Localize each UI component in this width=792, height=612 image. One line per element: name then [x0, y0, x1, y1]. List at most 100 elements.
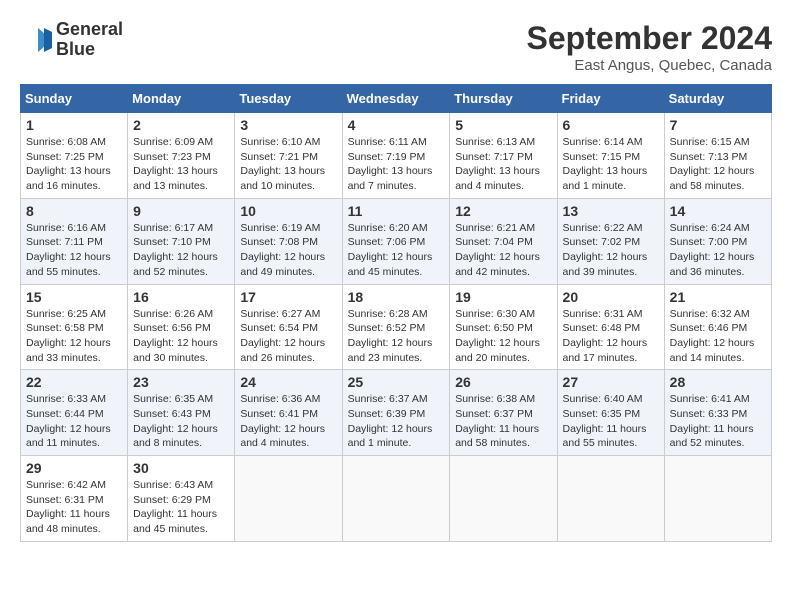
day-info: Sunrise: 6:40 AM Sunset: 6:35 PM Dayligh… [563, 392, 659, 451]
calendar-header-row: SundayMondayTuesdayWednesdayThursdayFrid… [21, 85, 772, 113]
day-info: Sunrise: 6:11 AM Sunset: 7:19 PM Dayligh… [348, 135, 445, 194]
weekday-header: Saturday [664, 85, 771, 113]
day-info: Sunrise: 6:20 AM Sunset: 7:06 PM Dayligh… [348, 221, 445, 280]
day-number: 30 [133, 460, 229, 476]
day-number: 28 [670, 374, 766, 390]
day-info: Sunrise: 6:30 AM Sunset: 6:50 PM Dayligh… [455, 307, 551, 366]
day-number: 24 [240, 374, 336, 390]
calendar-day-cell: 28 Sunrise: 6:41 AM Sunset: 6:33 PM Dayl… [664, 370, 771, 456]
day-info: Sunrise: 6:08 AM Sunset: 7:25 PM Dayligh… [26, 135, 122, 194]
month-title: September 2024 [527, 20, 772, 57]
day-number: 25 [348, 374, 445, 390]
day-info: Sunrise: 6:16 AM Sunset: 7:11 PM Dayligh… [26, 221, 122, 280]
day-number: 8 [26, 203, 122, 219]
day-number: 15 [26, 289, 122, 305]
day-number: 6 [563, 117, 659, 133]
day-info: Sunrise: 6:21 AM Sunset: 7:04 PM Dayligh… [455, 221, 551, 280]
day-info: Sunrise: 6:26 AM Sunset: 6:56 PM Dayligh… [133, 307, 229, 366]
day-number: 18 [348, 289, 445, 305]
logo: General Blue [20, 20, 123, 60]
page-header: General Blue September 2024 East Angus, … [20, 20, 772, 74]
calendar-day-cell: 25 Sunrise: 6:37 AM Sunset: 6:39 PM Dayl… [342, 370, 450, 456]
logo-line1: General [56, 20, 123, 40]
day-number: 7 [670, 117, 766, 133]
day-number: 20 [563, 289, 659, 305]
calendar-day-cell: 8 Sunrise: 6:16 AM Sunset: 7:11 PM Dayli… [21, 198, 128, 284]
day-number: 12 [455, 203, 551, 219]
day-info: Sunrise: 6:37 AM Sunset: 6:39 PM Dayligh… [348, 392, 445, 451]
day-number: 14 [670, 203, 766, 219]
calendar-week-row: 1 Sunrise: 6:08 AM Sunset: 7:25 PM Dayli… [21, 113, 772, 199]
calendar-day-cell: 14 Sunrise: 6:24 AM Sunset: 7:00 PM Dayl… [664, 198, 771, 284]
day-info: Sunrise: 6:36 AM Sunset: 6:41 PM Dayligh… [240, 392, 336, 451]
day-number: 17 [240, 289, 336, 305]
calendar-day-cell: 11 Sunrise: 6:20 AM Sunset: 7:06 PM Dayl… [342, 198, 450, 284]
calendar-day-cell: 5 Sunrise: 6:13 AM Sunset: 7:17 PM Dayli… [450, 113, 557, 199]
calendar-day-cell: 27 Sunrise: 6:40 AM Sunset: 6:35 PM Dayl… [557, 370, 664, 456]
day-number: 23 [133, 374, 229, 390]
calendar-day-cell: 26 Sunrise: 6:38 AM Sunset: 6:37 PM Dayl… [450, 370, 557, 456]
day-info: Sunrise: 6:25 AM Sunset: 6:58 PM Dayligh… [26, 307, 122, 366]
day-number: 21 [670, 289, 766, 305]
day-number: 4 [348, 117, 445, 133]
calendar-day-cell: 9 Sunrise: 6:17 AM Sunset: 7:10 PM Dayli… [128, 198, 235, 284]
weekday-header: Monday [128, 85, 235, 113]
calendar-day-cell: 13 Sunrise: 6:22 AM Sunset: 7:02 PM Dayl… [557, 198, 664, 284]
day-number: 10 [240, 203, 336, 219]
calendar-day-cell: 7 Sunrise: 6:15 AM Sunset: 7:13 PM Dayli… [664, 113, 771, 199]
logo-line2: Blue [56, 40, 123, 60]
day-number: 16 [133, 289, 229, 305]
day-number: 9 [133, 203, 229, 219]
day-info: Sunrise: 6:27 AM Sunset: 6:54 PM Dayligh… [240, 307, 336, 366]
weekday-header: Friday [557, 85, 664, 113]
day-info: Sunrise: 6:32 AM Sunset: 6:46 PM Dayligh… [670, 307, 766, 366]
calendar-day-cell: 19 Sunrise: 6:30 AM Sunset: 6:50 PM Dayl… [450, 284, 557, 370]
day-info: Sunrise: 6:24 AM Sunset: 7:00 PM Dayligh… [670, 221, 766, 280]
day-info: Sunrise: 6:43 AM Sunset: 6:29 PM Dayligh… [133, 478, 229, 537]
day-info: Sunrise: 6:13 AM Sunset: 7:17 PM Dayligh… [455, 135, 551, 194]
calendar-table: SundayMondayTuesdayWednesdayThursdayFrid… [20, 84, 772, 542]
day-number: 5 [455, 117, 551, 133]
day-info: Sunrise: 6:17 AM Sunset: 7:10 PM Dayligh… [133, 221, 229, 280]
calendar-week-row: 15 Sunrise: 6:25 AM Sunset: 6:58 PM Dayl… [21, 284, 772, 370]
logo-text: General Blue [56, 20, 123, 60]
calendar-day-cell [450, 456, 557, 542]
weekday-header: Tuesday [235, 85, 342, 113]
day-info: Sunrise: 6:41 AM Sunset: 6:33 PM Dayligh… [670, 392, 766, 451]
day-info: Sunrise: 6:33 AM Sunset: 6:44 PM Dayligh… [26, 392, 122, 451]
calendar-day-cell: 21 Sunrise: 6:32 AM Sunset: 6:46 PM Dayl… [664, 284, 771, 370]
calendar-day-cell: 10 Sunrise: 6:19 AM Sunset: 7:08 PM Dayl… [235, 198, 342, 284]
weekday-header: Sunday [21, 85, 128, 113]
calendar-day-cell: 22 Sunrise: 6:33 AM Sunset: 6:44 PM Dayl… [21, 370, 128, 456]
day-number: 19 [455, 289, 551, 305]
day-info: Sunrise: 6:38 AM Sunset: 6:37 PM Dayligh… [455, 392, 551, 451]
logo-icon [20, 24, 52, 56]
calendar-day-cell: 3 Sunrise: 6:10 AM Sunset: 7:21 PM Dayli… [235, 113, 342, 199]
day-info: Sunrise: 6:10 AM Sunset: 7:21 PM Dayligh… [240, 135, 336, 194]
calendar-day-cell: 30 Sunrise: 6:43 AM Sunset: 6:29 PM Dayl… [128, 456, 235, 542]
calendar-day-cell [342, 456, 450, 542]
day-info: Sunrise: 6:14 AM Sunset: 7:15 PM Dayligh… [563, 135, 659, 194]
calendar-day-cell: 18 Sunrise: 6:28 AM Sunset: 6:52 PM Dayl… [342, 284, 450, 370]
calendar-day-cell [664, 456, 771, 542]
calendar-day-cell: 6 Sunrise: 6:14 AM Sunset: 7:15 PM Dayli… [557, 113, 664, 199]
day-number: 1 [26, 117, 122, 133]
day-info: Sunrise: 6:35 AM Sunset: 6:43 PM Dayligh… [133, 392, 229, 451]
title-section: September 2024 East Angus, Quebec, Canad… [527, 20, 772, 74]
day-number: 2 [133, 117, 229, 133]
calendar-day-cell [557, 456, 664, 542]
day-info: Sunrise: 6:15 AM Sunset: 7:13 PM Dayligh… [670, 135, 766, 194]
weekday-header: Wednesday [342, 85, 450, 113]
day-info: Sunrise: 6:42 AM Sunset: 6:31 PM Dayligh… [26, 478, 122, 537]
calendar-day-cell: 23 Sunrise: 6:35 AM Sunset: 6:43 PM Dayl… [128, 370, 235, 456]
day-number: 11 [348, 203, 445, 219]
day-info: Sunrise: 6:31 AM Sunset: 6:48 PM Dayligh… [563, 307, 659, 366]
location: East Angus, Quebec, Canada [527, 57, 772, 74]
calendar-week-row: 8 Sunrise: 6:16 AM Sunset: 7:11 PM Dayli… [21, 198, 772, 284]
calendar-day-cell: 24 Sunrise: 6:36 AM Sunset: 6:41 PM Dayl… [235, 370, 342, 456]
calendar-day-cell: 4 Sunrise: 6:11 AM Sunset: 7:19 PM Dayli… [342, 113, 450, 199]
calendar-week-row: 22 Sunrise: 6:33 AM Sunset: 6:44 PM Dayl… [21, 370, 772, 456]
day-number: 13 [563, 203, 659, 219]
day-info: Sunrise: 6:09 AM Sunset: 7:23 PM Dayligh… [133, 135, 229, 194]
day-number: 22 [26, 374, 122, 390]
